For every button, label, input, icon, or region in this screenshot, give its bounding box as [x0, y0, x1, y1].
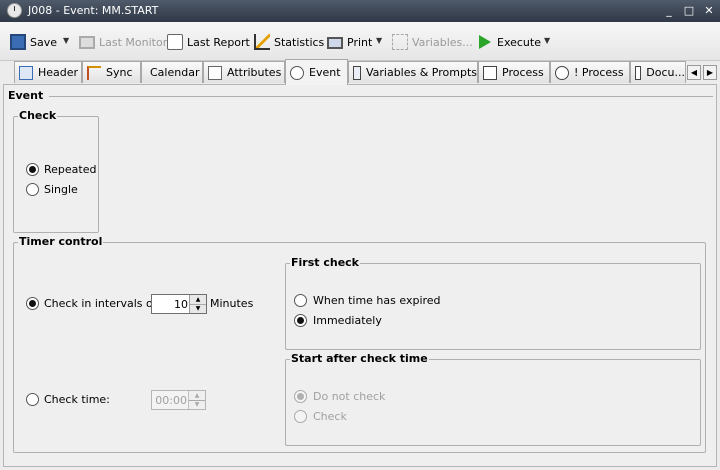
check-group-title: Check	[18, 109, 58, 122]
tab-calendar[interactable]: Calendar	[141, 61, 203, 83]
start-after-check-title: Start after check time	[290, 352, 429, 365]
immediately-label[interactable]: Immediately	[313, 314, 382, 327]
last-report-button[interactable]: Last Report	[167, 34, 250, 50]
tab-label: Variables & Prompts	[365, 66, 477, 79]
last-monitor-label: Last Monitor	[99, 35, 168, 49]
attributes-icon	[208, 65, 222, 80]
tab-documentation[interactable]: Docu...	[630, 61, 686, 83]
tab-sync[interactable]: Sync	[82, 61, 141, 83]
event-divider	[49, 96, 713, 97]
do-not-check-label[interactable]: Do not check	[313, 390, 385, 403]
statistics-button[interactable]: Statistics	[254, 34, 324, 50]
process-icon	[483, 65, 497, 80]
tab-label: Event	[309, 66, 341, 79]
when-time-expired-label[interactable]: When time has expired	[313, 294, 441, 307]
save-dropdown-arrow[interactable]: ▼	[63, 36, 69, 45]
check-time-radio[interactable]	[26, 393, 39, 406]
check-group: Check Repeated Single	[13, 109, 99, 233]
variables-prompts-icon	[353, 65, 361, 80]
interval-spinner-buttons: ▲ ▼	[189, 295, 206, 313]
tab-scroll-right-icon[interactable]: ▶	[703, 65, 717, 80]
save-label: Save	[30, 35, 58, 49]
header-icon	[19, 65, 33, 80]
first-check-title: First check	[290, 256, 360, 269]
execute-label: Execute	[497, 35, 541, 49]
check-time-label[interactable]: Check time:	[44, 393, 110, 406]
spinner-down-icon[interactable]: ▼	[189, 400, 205, 409]
tab-scroll-left-icon[interactable]: ◀	[687, 65, 701, 80]
tab-variables-prompts[interactable]: Variables & Prompts	[348, 61, 478, 83]
do-not-check-radio[interactable]	[294, 390, 307, 403]
tab-label: Attributes	[227, 66, 282, 79]
tab-label: Header	[38, 66, 79, 79]
maximize-button[interactable]: □	[682, 4, 696, 18]
check-intervals-label[interactable]: Check in intervals of:	[44, 297, 160, 310]
print-dropdown-arrow[interactable]: ▼	[376, 36, 382, 45]
check-intervals-radio[interactable]	[26, 297, 39, 310]
check-time-spinner-buttons: ▲ ▼	[188, 391, 205, 409]
statistics-label: Statistics	[274, 35, 325, 49]
interval-value[interactable]: 10	[174, 298, 188, 311]
event-panel: Event Check Repeated Single Timer contro…	[3, 84, 717, 467]
variables-button[interactable]: Variables...	[392, 34, 473, 50]
tab-header[interactable]: Header	[14, 61, 82, 83]
printer-icon	[327, 37, 343, 49]
close-button[interactable]: ✕	[702, 4, 716, 18]
execute-dropdown-arrow[interactable]: ▼	[544, 36, 550, 45]
play-icon	[479, 35, 491, 49]
clock-icon	[290, 65, 304, 80]
post-process-icon	[555, 65, 569, 80]
tab-label: Sync	[106, 66, 133, 79]
tab-strip: Header Sync Calendar Attributes Event Va…	[0, 59, 720, 85]
single-label[interactable]: Single	[44, 183, 78, 196]
repeated-radio[interactable]	[26, 163, 39, 176]
tab-label: Docu...	[646, 66, 685, 79]
sync-icon	[87, 65, 101, 80]
print-label: Print	[347, 35, 373, 49]
timer-control-group: Timer control Check in intervals of: 10 …	[13, 235, 706, 453]
report-icon	[167, 34, 183, 50]
documentation-icon	[635, 65, 642, 80]
start-after-check-group: Start after check time Do not check Chec…	[285, 352, 701, 446]
save-button[interactable]: Save	[10, 34, 57, 50]
single-radio[interactable]	[26, 183, 39, 196]
check-time-value[interactable]: 00:00	[155, 394, 187, 407]
execute-button[interactable]: Execute	[479, 34, 541, 50]
minutes-label: Minutes	[210, 297, 254, 310]
print-button[interactable]: Print	[327, 34, 372, 50]
chart-icon	[254, 34, 270, 50]
monitor-icon	[79, 35, 95, 49]
first-check-group: First check When time has expired Immedi…	[285, 256, 701, 350]
tab-label: Calendar	[150, 66, 200, 79]
interval-spinner[interactable]: 10 ▲ ▼	[151, 294, 207, 314]
tab-event[interactable]: Event	[285, 59, 348, 85]
check-time-spinner[interactable]: 00:00 ▲ ▼	[151, 390, 206, 410]
immediately-radio[interactable]	[294, 314, 307, 327]
variables-icon	[392, 34, 408, 50]
spinner-down-icon[interactable]: ▼	[190, 304, 206, 313]
event-section-title: Event	[8, 89, 44, 102]
window-title: J008 - Event: MM.START	[28, 4, 159, 17]
tab-process[interactable]: Process	[478, 61, 550, 83]
last-monitor-button[interactable]: Last Monitor	[79, 34, 167, 50]
repeated-label[interactable]: Repeated	[44, 163, 96, 176]
tab-post-process[interactable]: ! Process	[550, 61, 630, 83]
minimize-button[interactable]: _	[662, 4, 676, 18]
variables-label: Variables...	[412, 35, 473, 49]
floppy-disk-icon	[10, 34, 26, 50]
clock-app-icon	[7, 3, 22, 18]
last-report-label: Last Report	[187, 35, 250, 49]
tab-label: Process	[502, 66, 544, 79]
title-bar: J008 - Event: MM.START _ □ ✕	[0, 0, 720, 22]
check-radio[interactable]	[294, 410, 307, 423]
toolbar: Save ▼ Last Monitor Last Report Statisti…	[0, 22, 720, 61]
timer-control-title: Timer control	[18, 235, 104, 248]
tab-attributes[interactable]: Attributes	[203, 61, 285, 83]
when-time-expired-radio[interactable]	[294, 294, 307, 307]
tab-label: ! Process	[574, 66, 624, 79]
check-label[interactable]: Check	[313, 410, 347, 423]
